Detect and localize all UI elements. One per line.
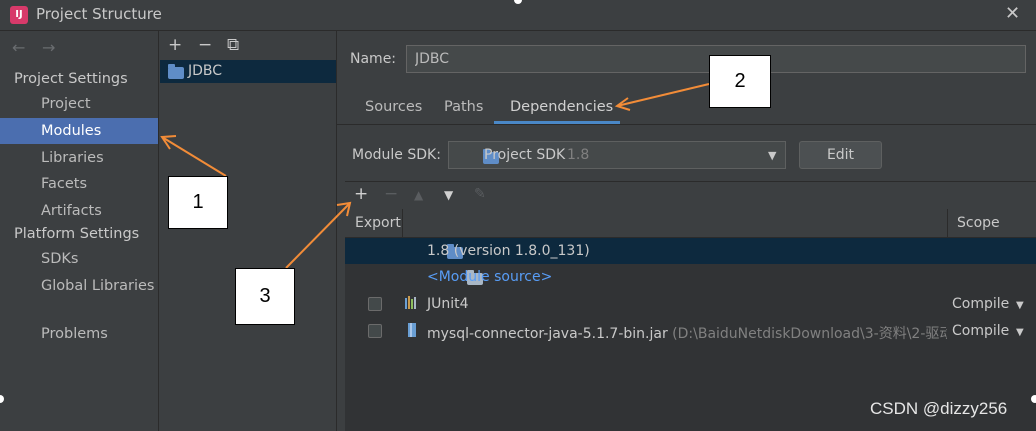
resize-handle[interactable] bbox=[1031, 395, 1036, 403]
callout-1-arrow bbox=[161, 136, 227, 177]
callout-2: 2 bbox=[709, 55, 771, 108]
watermark: CSDN @dizzy256 bbox=[870, 399, 1008, 418]
callout-3: 3 bbox=[235, 268, 295, 325]
callout-1: 1 bbox=[168, 176, 228, 229]
callout-2-arrow bbox=[616, 83, 710, 107]
callout-3-arrow bbox=[285, 202, 351, 269]
annotation-arrows bbox=[160, 83, 710, 269]
